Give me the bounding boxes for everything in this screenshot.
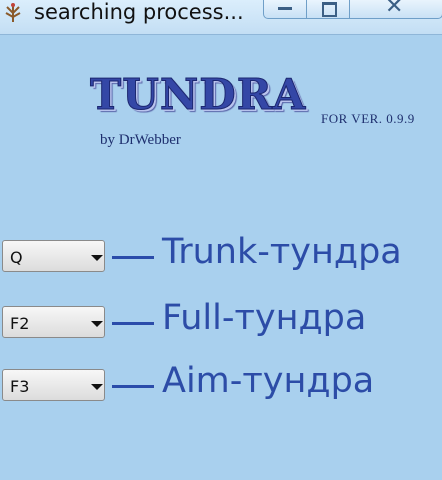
- key-select-value: F2: [10, 314, 30, 333]
- app-icon: [5, 3, 21, 22]
- window-controls: ✕: [263, 0, 442, 20]
- connector-dash: [112, 256, 154, 259]
- minimize-icon: [278, 7, 292, 10]
- logo-author: by DrWebber: [100, 132, 181, 148]
- mode-label-full: Full-тундра: [162, 298, 367, 338]
- maximize-icon: [322, 2, 337, 17]
- minimize-button[interactable]: [263, 0, 307, 19]
- key-select-full[interactable]: F2: [2, 306, 105, 338]
- connector-dash: [112, 322, 154, 325]
- key-select-trunk[interactable]: Q: [2, 240, 105, 272]
- connector-dash: [112, 385, 154, 388]
- window-title: searching process...: [34, 0, 244, 24]
- key-select-value: Q: [10, 248, 23, 267]
- logo-version: FOR VER. 0.9.9: [321, 111, 415, 126]
- mode-label-aim: Aim-тундра: [162, 361, 375, 401]
- title-bar: searching process... ✕: [0, 0, 442, 35]
- key-select-value: F3: [10, 377, 30, 396]
- dropdown-arrow-icon: [91, 384, 103, 390]
- mode-label-trunk: Trunk-тундра: [162, 232, 402, 272]
- dropdown-arrow-icon: [91, 255, 103, 261]
- key-select-aim[interactable]: F3: [2, 369, 105, 401]
- logo-title: TUNDRA: [89, 70, 307, 120]
- binding-row-trunk: Q Trunk-тундра: [0, 232, 440, 276]
- binding-row-aim: F3 Aim-тундра: [0, 361, 440, 405]
- maximize-button[interactable]: [306, 0, 350, 19]
- logo: TUNDRA FOR VER. 0.9.9 by DrWebber: [88, 70, 438, 160]
- binding-row-full: F2 Full-тундра: [0, 298, 440, 342]
- close-button[interactable]: ✕: [349, 0, 442, 19]
- close-icon: ✕: [385, 0, 404, 19]
- dropdown-arrow-icon: [91, 321, 103, 327]
